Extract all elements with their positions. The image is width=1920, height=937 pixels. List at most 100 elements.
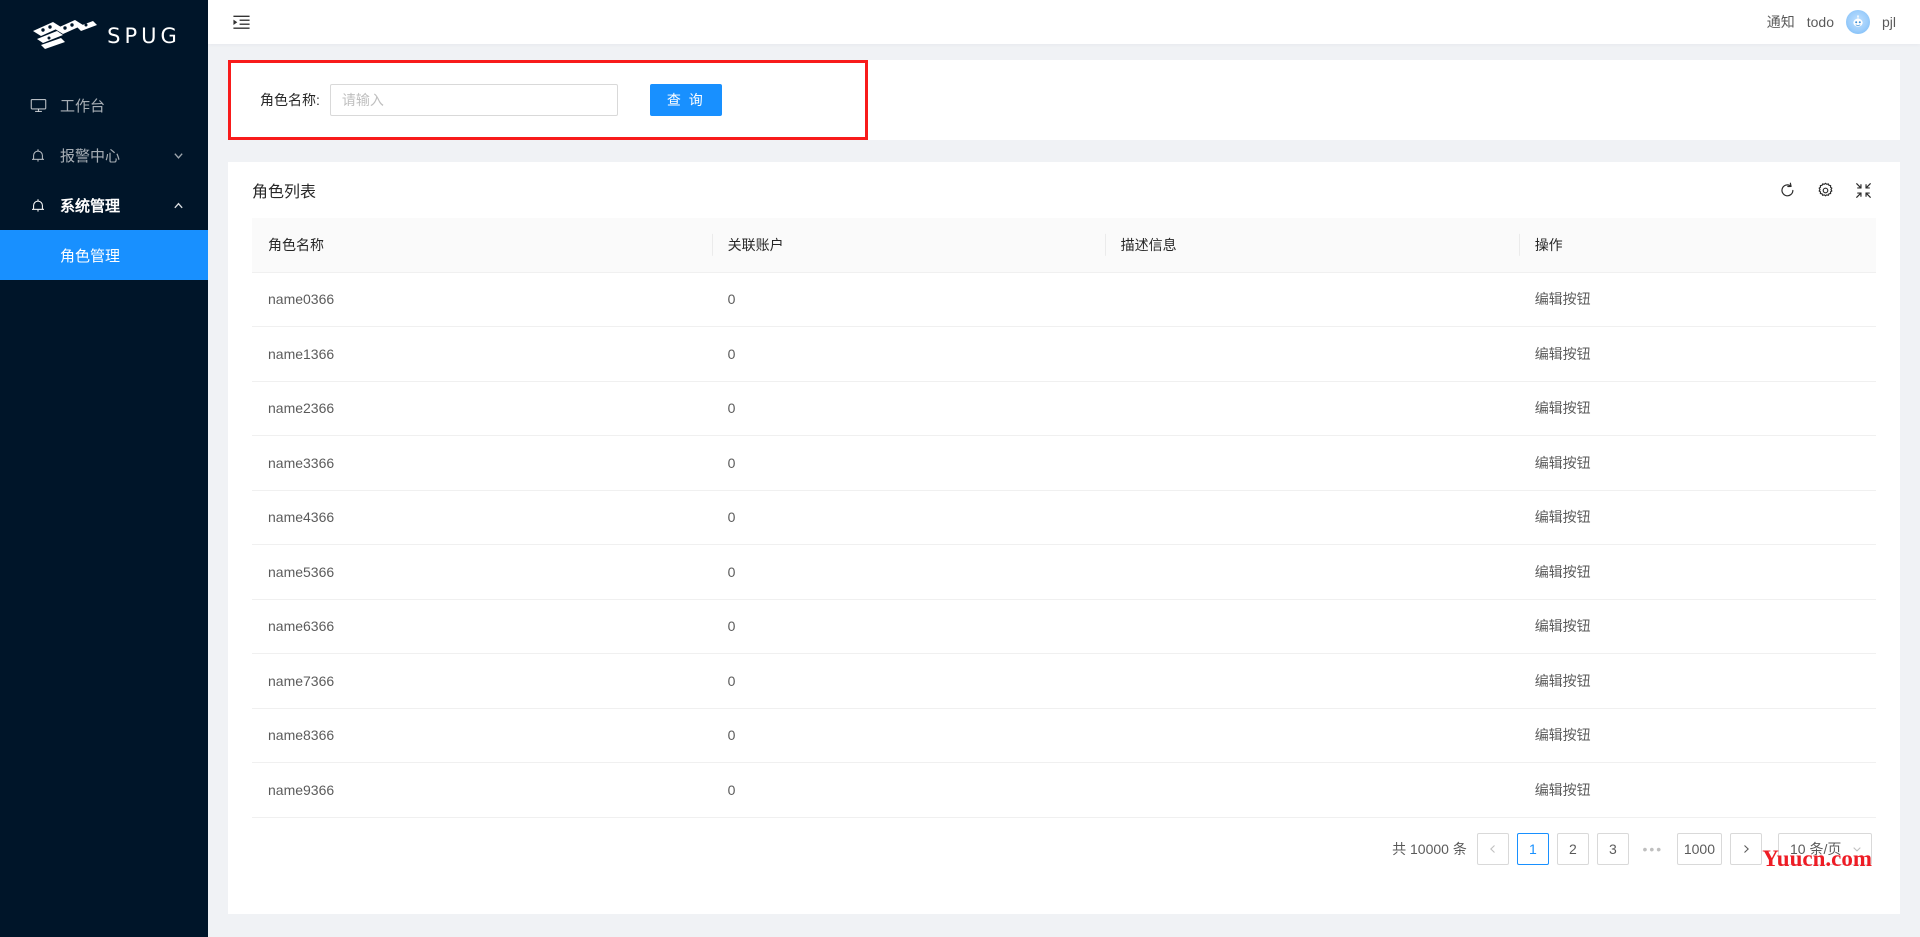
reload-icon[interactable] bbox=[1778, 181, 1796, 199]
cell-linked-accounts: 0 bbox=[711, 653, 1105, 709]
cell-actions: 编辑按钮 bbox=[1518, 544, 1876, 600]
role-name-input[interactable] bbox=[329, 84, 618, 116]
cell-role-name: name9366 bbox=[252, 762, 712, 818]
cell-actions: 编辑按钮 bbox=[1518, 435, 1876, 491]
pagination-page-1[interactable]: 1 bbox=[1516, 832, 1549, 865]
cell-role-name: name8366 bbox=[252, 708, 712, 763]
cell-description bbox=[1104, 653, 1519, 709]
table-row: name5366 0 编辑按钮 bbox=[252, 544, 1876, 600]
cell-description bbox=[1104, 544, 1519, 600]
card-toolbar bbox=[1778, 181, 1872, 199]
cell-linked-accounts: 0 bbox=[711, 708, 1105, 763]
cell-description bbox=[1104, 490, 1519, 545]
sidebar-item-alarm-center[interactable]: 报警中心 bbox=[0, 130, 208, 180]
page-content: 角色名称: 查 询 角色列表 bbox=[208, 44, 1920, 937]
chevron-down-icon bbox=[1852, 841, 1862, 857]
edit-button[interactable]: 编辑按钮 bbox=[1535, 400, 1591, 416]
cell-actions: 编辑按钮 bbox=[1518, 599, 1876, 654]
edit-button[interactable]: 编辑按钮 bbox=[1535, 509, 1591, 525]
chevron-down-icon bbox=[172, 149, 184, 161]
edit-button[interactable]: 编辑按钮 bbox=[1535, 455, 1591, 471]
top-header: 通知 todo pjl bbox=[208, 0, 1920, 44]
page-size-label: 10 条/页 bbox=[1790, 840, 1842, 857]
pagination-ellipsis[interactable]: ••• bbox=[1637, 833, 1669, 865]
cell-role-name: name2366 bbox=[252, 381, 712, 436]
table-header-row: 角色名称 关联账户 描述信息 操作 bbox=[252, 218, 1876, 272]
edit-button[interactable]: 编辑按钮 bbox=[1535, 782, 1591, 798]
edit-button[interactable]: 编辑按钮 bbox=[1535, 727, 1591, 743]
app-root: SPUG 工作台 报警中心 系统管理 角色管理 通知 todo pjl 角色名称… bbox=[0, 0, 1920, 937]
cell-linked-accounts: 0 bbox=[711, 544, 1105, 600]
header-right-group: 通知 todo pjl bbox=[1767, 10, 1896, 34]
cell-role-name: name5366 bbox=[252, 544, 712, 600]
notice-link[interactable]: 通知 bbox=[1767, 12, 1795, 32]
cell-description bbox=[1104, 271, 1519, 327]
cell-role-name: name6366 bbox=[252, 599, 712, 654]
table-row: name1366 0 编辑按钮 bbox=[252, 326, 1876, 382]
role-list-card: 角色列表 角色名称 关联账户 描述信息 操作 name0366 0 编辑按钮 n… bbox=[228, 162, 1900, 914]
column-header-role-name: 角色名称 bbox=[252, 218, 712, 272]
pagination: 共 10000 条 1 2 3 ••• 1000 10 条/页 Yuucn.co… bbox=[252, 818, 1876, 880]
compress-icon[interactable] bbox=[1854, 181, 1872, 199]
pagination-prev[interactable] bbox=[1476, 832, 1509, 865]
search-button[interactable]: 查 询 bbox=[649, 84, 722, 116]
cell-linked-accounts: 0 bbox=[711, 326, 1105, 382]
page-size-select[interactable]: 10 条/页 bbox=[1778, 832, 1872, 865]
column-header-actions: 操作 bbox=[1518, 218, 1876, 272]
pagination-page-2[interactable]: 2 bbox=[1556, 832, 1589, 865]
sidebar-item-workbench[interactable]: 工作台 bbox=[0, 80, 208, 130]
sidebar-item-label: 系统管理 bbox=[60, 197, 121, 215]
search-form-card: 角色名称: 查 询 bbox=[228, 60, 1900, 140]
pagination-next[interactable] bbox=[1730, 832, 1762, 865]
table-row: name0366 0 编辑按钮 bbox=[252, 271, 1876, 327]
role-name-label: 角色名称: bbox=[260, 92, 320, 108]
column-header-linked-accounts: 关联账户 bbox=[711, 218, 1105, 272]
cell-actions: 编辑按钮 bbox=[1518, 271, 1876, 327]
sidebar-subitem-label: 角色管理 bbox=[60, 247, 121, 265]
sidebar: SPUG 工作台 报警中心 系统管理 角色管理 bbox=[0, 0, 208, 937]
edit-button[interactable]: 编辑按钮 bbox=[1535, 291, 1591, 307]
cell-description bbox=[1104, 326, 1519, 382]
username-label[interactable]: pjl bbox=[1882, 14, 1896, 30]
cell-actions: 编辑按钮 bbox=[1518, 708, 1876, 763]
table-head: 角色名称 关联账户 描述信息 操作 bbox=[252, 218, 1876, 272]
pagination-last-page[interactable]: 1000 bbox=[1676, 832, 1722, 865]
sidebar-item-role-management[interactable]: 角色管理 bbox=[0, 230, 208, 280]
cell-description bbox=[1104, 435, 1519, 491]
sidebar-menu: 工作台 报警中心 系统管理 角色管理 bbox=[0, 72, 208, 280]
table-container: 角色名称 关联账户 描述信息 操作 name0366 0 编辑按钮 name1366 0… bbox=[228, 218, 1900, 914]
role-table: 角色名称 关联账户 描述信息 操作 name0366 0 编辑按钮 name1366 0… bbox=[252, 218, 1876, 818]
cell-actions: 编辑按钮 bbox=[1518, 326, 1876, 382]
edit-button[interactable]: 编辑按钮 bbox=[1535, 618, 1591, 634]
menu-fold-icon[interactable] bbox=[230, 11, 252, 33]
cell-role-name: name4366 bbox=[252, 490, 712, 545]
spug-logo-icon bbox=[31, 19, 98, 53]
cell-linked-accounts: 0 bbox=[711, 599, 1105, 654]
edit-button[interactable]: 编辑按钮 bbox=[1535, 673, 1591, 689]
cell-description bbox=[1104, 762, 1519, 818]
chevron-up-icon bbox=[172, 199, 184, 211]
pagination-total: 共 10000 条 bbox=[1392, 840, 1467, 857]
todo-link[interactable]: todo bbox=[1807, 14, 1834, 30]
cell-linked-accounts: 0 bbox=[711, 490, 1105, 545]
user-avatar-icon[interactable] bbox=[1845, 10, 1870, 34]
brand-logo[interactable]: SPUG bbox=[0, 0, 208, 72]
cell-actions: 编辑按钮 bbox=[1518, 762, 1876, 818]
edit-button[interactable]: 编辑按钮 bbox=[1535, 564, 1591, 580]
cell-actions: 编辑按钮 bbox=[1518, 653, 1876, 709]
cell-role-name: name7366 bbox=[252, 653, 712, 709]
cell-description bbox=[1104, 599, 1519, 654]
edit-button[interactable]: 编辑按钮 bbox=[1535, 346, 1591, 362]
cell-linked-accounts: 0 bbox=[711, 435, 1105, 491]
cell-linked-accounts: 0 bbox=[711, 381, 1105, 436]
cell-description bbox=[1104, 708, 1519, 763]
pagination-page-3[interactable]: 3 bbox=[1596, 832, 1629, 865]
sidebar-item-system-management[interactable]: 系统管理 bbox=[0, 180, 208, 230]
table-row: name2366 0 编辑按钮 bbox=[252, 381, 1876, 436]
alert-icon bbox=[28, 195, 48, 215]
cell-linked-accounts: 0 bbox=[711, 762, 1105, 818]
table-row: name8366 0 编辑按钮 bbox=[252, 708, 1876, 763]
cell-role-name: name3366 bbox=[252, 435, 712, 491]
gear-icon[interactable] bbox=[1816, 181, 1834, 199]
table-row: name9366 0 编辑按钮 bbox=[252, 762, 1876, 818]
